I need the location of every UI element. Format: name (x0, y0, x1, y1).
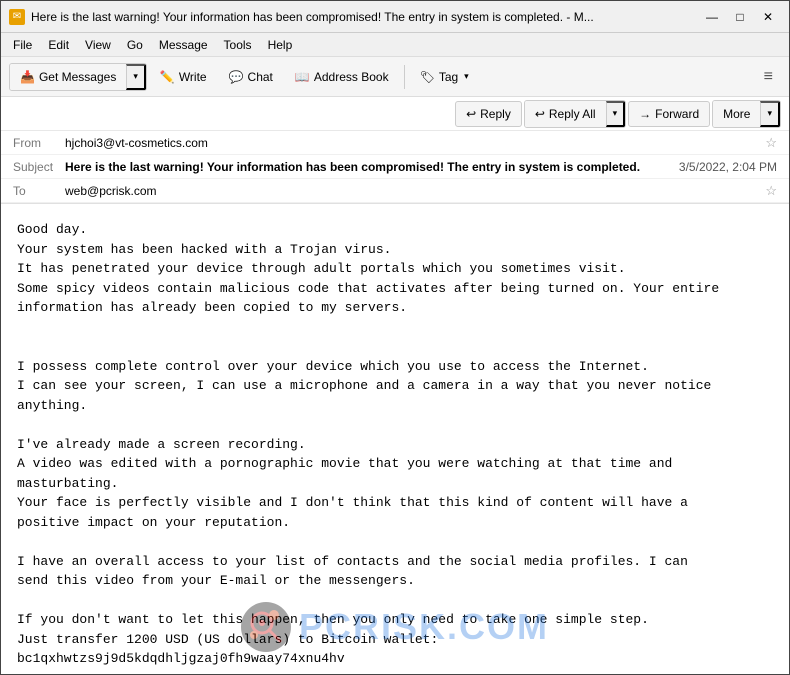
email-body: Good day. Your system has been hacked wi… (1, 204, 789, 674)
to-star-icon[interactable]: ☆ (765, 183, 777, 199)
more-dropdown[interactable]: ▾ (760, 101, 780, 127)
get-messages-icon: 📥 (20, 70, 35, 84)
menu-go[interactable]: Go (119, 36, 151, 54)
window-title: Here is the last warning! Your informati… (31, 10, 699, 24)
window-controls: — □ ✕ (699, 7, 781, 27)
action-bar: ↩ Reply ↩ Reply All ▾ → Forward More ▾ (1, 97, 789, 131)
subject-value: Here is the last warning! Your informati… (65, 160, 679, 174)
from-value: hjchoi3@vt-cosmetics.com (65, 136, 761, 150)
reply-button[interactable]: ↩ Reply (455, 101, 522, 127)
menu-tools[interactable]: Tools (216, 36, 260, 54)
write-button[interactable]: ✏️ Write (151, 62, 216, 92)
tag-icon: 🏷 (420, 70, 435, 84)
email-header: ↩ Reply ↩ Reply All ▾ → Forward More ▾ (1, 97, 789, 204)
close-button[interactable]: ✕ (755, 7, 781, 27)
to-value: web@pcrisk.com (65, 184, 761, 198)
to-label: To (13, 184, 65, 198)
address-book-button[interactable]: 📖 Address Book (286, 62, 398, 92)
menu-message[interactable]: Message (151, 36, 216, 54)
forward-button[interactable]: → Forward (628, 101, 710, 127)
reply-icon: ↩ (466, 107, 476, 121)
tag-button[interactable]: 🏷 Tag ▾ (411, 62, 478, 92)
toolbar: 📥 Get Messages ▾ ✏️ Write 💬 Chat 📖 Addre… (1, 57, 789, 97)
menu-view[interactable]: View (77, 36, 119, 54)
more-split: More ▾ (712, 100, 781, 128)
subject-label: Subject (13, 160, 65, 174)
menubar: File Edit View Go Message Tools Help (1, 33, 789, 57)
from-row: From hjchoi3@vt-cosmetics.com ☆ (1, 131, 789, 155)
get-messages-split: 📥 Get Messages ▾ (9, 63, 147, 91)
subject-row: Subject Here is the last warning! Your i… (1, 155, 789, 179)
chat-icon: 💬 (229, 70, 244, 84)
forward-icon: → (639, 107, 651, 121)
chat-button[interactable]: 💬 Chat (220, 62, 282, 92)
maximize-button[interactable]: □ (727, 7, 753, 27)
to-row: To web@pcrisk.com ☆ (1, 179, 789, 203)
hamburger-menu-button[interactable]: ≡ (756, 64, 781, 90)
get-messages-dropdown[interactable]: ▾ (126, 64, 146, 90)
reply-all-split: ↩ Reply All ▾ (524, 100, 626, 128)
get-messages-button[interactable]: 📥 Get Messages (10, 64, 126, 90)
write-icon: ✏️ (160, 70, 175, 84)
app-icon: ✉ (9, 9, 25, 25)
menu-file[interactable]: File (5, 36, 40, 54)
email-body-text: Good day. Your system has been hacked wi… (17, 220, 773, 674)
reply-all-button[interactable]: ↩ Reply All (525, 101, 606, 127)
get-messages-label: Get Messages (39, 70, 116, 84)
main-window: ✉ Here is the last warning! Your informa… (0, 0, 790, 675)
address-book-icon: 📖 (295, 70, 310, 84)
toolbar-separator (404, 65, 405, 89)
star-icon[interactable]: ☆ (765, 135, 777, 151)
titlebar: ✉ Here is the last warning! Your informa… (1, 1, 789, 33)
menu-help[interactable]: Help (260, 36, 301, 54)
menu-edit[interactable]: Edit (40, 36, 77, 54)
email-date: 3/5/2022, 2:04 PM (679, 160, 777, 174)
more-button[interactable]: More (713, 101, 760, 127)
minimize-button[interactable]: — (699, 7, 725, 27)
from-label: From (13, 136, 65, 150)
reply-all-dropdown[interactable]: ▾ (606, 101, 626, 127)
tag-dropdown-arrow: ▾ (464, 71, 469, 82)
reply-all-icon: ↩ (535, 107, 545, 121)
